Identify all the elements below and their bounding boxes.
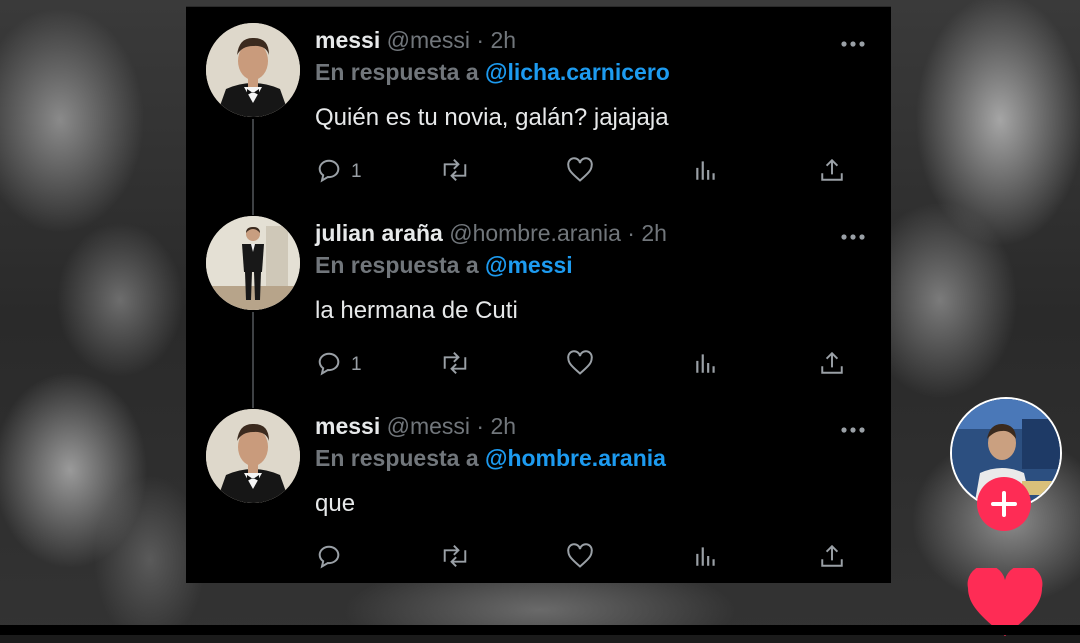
- heart-icon: [566, 156, 594, 188]
- bottom-edge-bar: [0, 625, 1080, 635]
- tweet-actions: [315, 542, 845, 574]
- reply-icon: [315, 349, 343, 382]
- more-dots-icon[interactable]: [841, 228, 865, 240]
- timestamp[interactable]: · 2h: [627, 220, 667, 246]
- share-button[interactable]: [819, 543, 845, 573]
- display-name[interactable]: messi: [315, 27, 380, 53]
- share-icon: [819, 350, 845, 381]
- reply-label: En respuesta a: [315, 59, 479, 85]
- follow-button[interactable]: [977, 477, 1031, 531]
- reply-button[interactable]: [315, 543, 351, 573]
- share-icon: [819, 157, 845, 188]
- reply-label: En respuesta a: [315, 252, 479, 278]
- share-icon: [819, 543, 845, 574]
- user-handle[interactable]: @hombre.arania: [449, 220, 621, 246]
- retweet-button[interactable]: [439, 543, 471, 573]
- heart-icon: [566, 349, 594, 381]
- tweet-text: la hermana de Cuti: [315, 297, 518, 324]
- views-button[interactable]: [693, 157, 719, 187]
- retweet-button[interactable]: [439, 157, 471, 187]
- analytics-icon: [693, 157, 719, 188]
- user-handle[interactable]: @messi: [387, 27, 470, 53]
- avatar[interactable]: [206, 216, 300, 310]
- reply-label: En respuesta a: [315, 445, 479, 471]
- reply-icon: [315, 156, 343, 189]
- display-name[interactable]: julian araña: [315, 220, 443, 246]
- more-dots-icon[interactable]: [841, 421, 865, 433]
- views-button[interactable]: [693, 543, 719, 573]
- like-button[interactable]: [566, 542, 594, 574]
- analytics-icon: [693, 350, 719, 381]
- reply-count: 1: [351, 161, 362, 182]
- reply-button[interactable]: 1: [315, 350, 362, 380]
- heart-icon: [566, 542, 594, 574]
- reply-button[interactable]: 1: [315, 157, 362, 187]
- share-button[interactable]: [819, 350, 845, 380]
- display-name[interactable]: messi: [315, 413, 380, 439]
- retweet-button[interactable]: [439, 350, 471, 380]
- avatar[interactable]: [206, 409, 300, 503]
- tweet-text: Quién es tu novia, galán? jajajaja: [315, 104, 669, 131]
- like-button[interactable]: [566, 349, 594, 381]
- reply-count: 1: [351, 354, 362, 375]
- tweet-actions: 1: [315, 349, 845, 381]
- plus-icon: [977, 491, 1031, 535]
- more-dots-icon[interactable]: [841, 35, 865, 47]
- reply-mention-link[interactable]: @hombre.arania: [485, 445, 666, 471]
- retweet-icon: [439, 542, 471, 575]
- tweet: messi @messi · 2h En respuesta a @licha.…: [186, 7, 891, 200]
- reply-icon: [315, 542, 343, 575]
- like-button[interactable]: [566, 156, 594, 188]
- timestamp[interactable]: · 2h: [476, 27, 516, 53]
- avatar[interactable]: [206, 23, 300, 117]
- share-button[interactable]: [819, 157, 845, 187]
- retweet-icon: [439, 156, 471, 189]
- timestamp[interactable]: · 2h: [476, 413, 516, 439]
- retweet-icon: [439, 349, 471, 382]
- reply-mention-link[interactable]: @messi: [485, 252, 573, 278]
- tweet: julian araña @hombre.arania · 2h En resp…: [186, 200, 891, 393]
- reply-mention-link[interactable]: @licha.carnicero: [485, 59, 670, 85]
- analytics-icon: [693, 543, 719, 574]
- tweet: messi @messi · 2h En respuesta a @hombre…: [186, 393, 891, 586]
- tweet-text: que: [315, 490, 356, 517]
- user-handle[interactable]: @messi: [387, 413, 470, 439]
- tweet-actions: 1: [315, 156, 845, 188]
- views-button[interactable]: [693, 350, 719, 380]
- tweet-thread-card: messi @messi · 2h En respuesta a @licha.…: [186, 6, 891, 583]
